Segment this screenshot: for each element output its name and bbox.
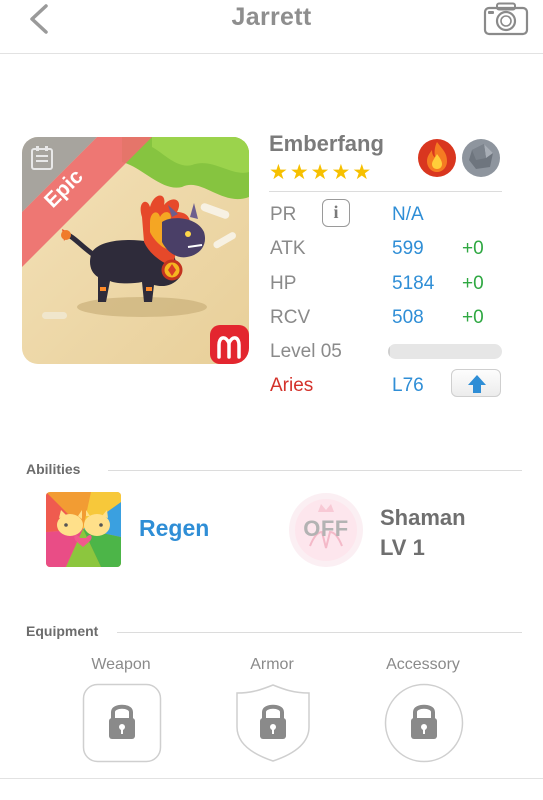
star-icon: ★: [310, 161, 330, 184]
atk-bonus: +0: [462, 238, 484, 259]
stone-element-icon: [462, 139, 500, 177]
star-icon: ★: [289, 161, 309, 184]
weapon-slot-frame: [82, 683, 162, 763]
divider: [0, 778, 543, 779]
star-icon: ★: [331, 161, 351, 184]
fire-element-icon: [418, 139, 456, 177]
divider: [269, 191, 502, 192]
atk-label: ATK: [270, 238, 306, 259]
xp-progress-bar: [388, 344, 502, 359]
shaman-toggle[interactable]: OFF: [288, 492, 364, 568]
upgrade-button[interactable]: [451, 369, 501, 397]
shaman-status: OFF: [303, 516, 349, 541]
xp-progress-fill: [388, 344, 391, 359]
camera-button[interactable]: [482, 2, 530, 36]
equipment-heading: Equipment: [26, 623, 99, 639]
page-title: Jarrett: [231, 3, 312, 31]
rcv-value: 508: [392, 307, 424, 328]
info-button[interactable]: i: [322, 199, 350, 227]
accessory-label: Accessory: [386, 656, 460, 673]
star-icon: ★: [269, 161, 288, 184]
atk-value: 599: [392, 238, 424, 259]
rcv-label: RCV: [270, 307, 311, 328]
weapon-slot[interactable]: [82, 683, 162, 763]
abilities-heading: Abilities: [26, 461, 81, 477]
star-icon: ★: [352, 161, 372, 184]
zodiac-level: L76: [392, 375, 424, 396]
pet-artwork: [22, 137, 249, 364]
accessory-slot[interactable]: [384, 683, 464, 763]
top-bar: Jarrett: [0, 0, 543, 54]
info-icon: i: [333, 202, 339, 222]
regen-skill-icon[interactable]: [46, 492, 121, 567]
shaman-name: Shaman: [380, 505, 466, 530]
armor-slot[interactable]: [233, 683, 313, 763]
zodiac-label: Aries: [270, 375, 314, 396]
camera-icon: [483, 2, 529, 36]
hp-bonus: +0: [462, 273, 484, 294]
shaman-level: LV 1: [380, 535, 425, 560]
pr-label: PR: [270, 204, 297, 225]
pet-name: Emberfang: [269, 131, 384, 156]
accessory-slot-frame: [384, 683, 464, 763]
divider: [108, 470, 522, 471]
star-rating: ★ ★ ★ ★ ★: [269, 162, 371, 184]
level-label: Level 05: [270, 341, 342, 362]
armor-slot-frame: [236, 684, 310, 762]
hp-label: HP: [270, 273, 297, 294]
weapon-label: Weapon: [91, 656, 151, 673]
hp-value: 5184: [392, 273, 435, 294]
skill-name[interactable]: Regen: [139, 515, 209, 542]
regen-icon: [46, 492, 121, 567]
rcv-bonus: +0: [462, 307, 484, 328]
pet-portrait[interactable]: Epic: [22, 137, 249, 364]
divider: [117, 632, 522, 633]
armor-label: Armor: [250, 656, 294, 673]
pr-value: N/A: [392, 204, 424, 225]
arrow-up-icon: [468, 375, 486, 393]
